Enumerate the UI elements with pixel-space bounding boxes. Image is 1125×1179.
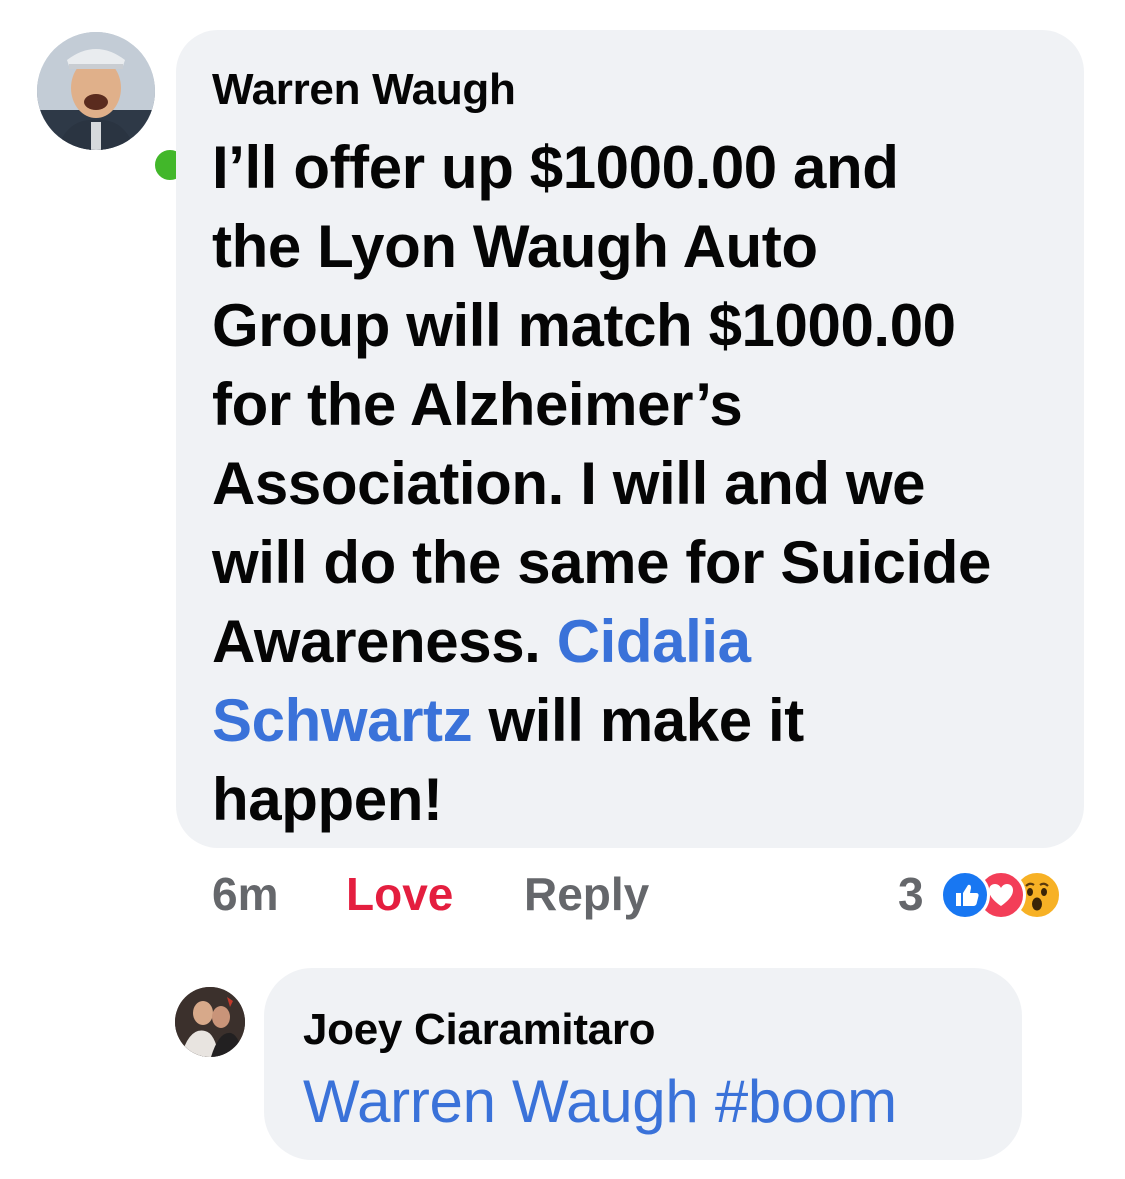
mention-link-warren-waugh[interactable]: Warren Waugh — [303, 1068, 699, 1135]
comment-line: I’ll offer up $1000.00 and — [212, 134, 899, 201]
comment-line: for the Alzheimer’s — [212, 371, 743, 438]
reply-author-name[interactable]: Joey Ciaramitaro — [303, 1004, 656, 1056]
comment-timestamp[interactable]: 6m — [212, 866, 278, 922]
comment-line: Group will match $1000.00 — [212, 292, 956, 359]
mention-link-cidalia[interactable]: Cidalia — [557, 608, 751, 675]
comment-line: Association. I will and we — [212, 450, 926, 517]
reply-button[interactable]: Reply — [524, 866, 649, 922]
reply-text: Warren Waugh #boom — [303, 1066, 897, 1138]
like-icon — [940, 870, 990, 920]
comment-line: Awareness. — [212, 608, 541, 675]
comment-line: happen! — [212, 766, 443, 833]
avatar-photo — [175, 987, 245, 1057]
avatar-warren-waugh[interactable] — [37, 32, 190, 185]
avatar-joey-ciaramitaro[interactable] — [175, 987, 245, 1057]
hashtag-link-boom[interactable]: #boom — [715, 1068, 897, 1135]
mention-link-schwartz[interactable]: Schwartz — [212, 687, 473, 754]
reaction-count[interactable]: 3 — [898, 866, 924, 922]
avatar-photo — [37, 32, 155, 150]
reaction-summary[interactable] — [940, 868, 1090, 920]
comment-text: I’ll offer up $1000.00 and the Lyon Waug… — [212, 128, 1072, 839]
love-reaction-button[interactable]: Love — [346, 866, 453, 922]
comment-line: the Lyon Waugh Auto — [212, 213, 818, 280]
comment-author-name[interactable]: Warren Waugh — [212, 64, 516, 116]
comment-line: will do the same for Suicide — [212, 529, 991, 596]
comment-line: will make it — [472, 687, 804, 754]
